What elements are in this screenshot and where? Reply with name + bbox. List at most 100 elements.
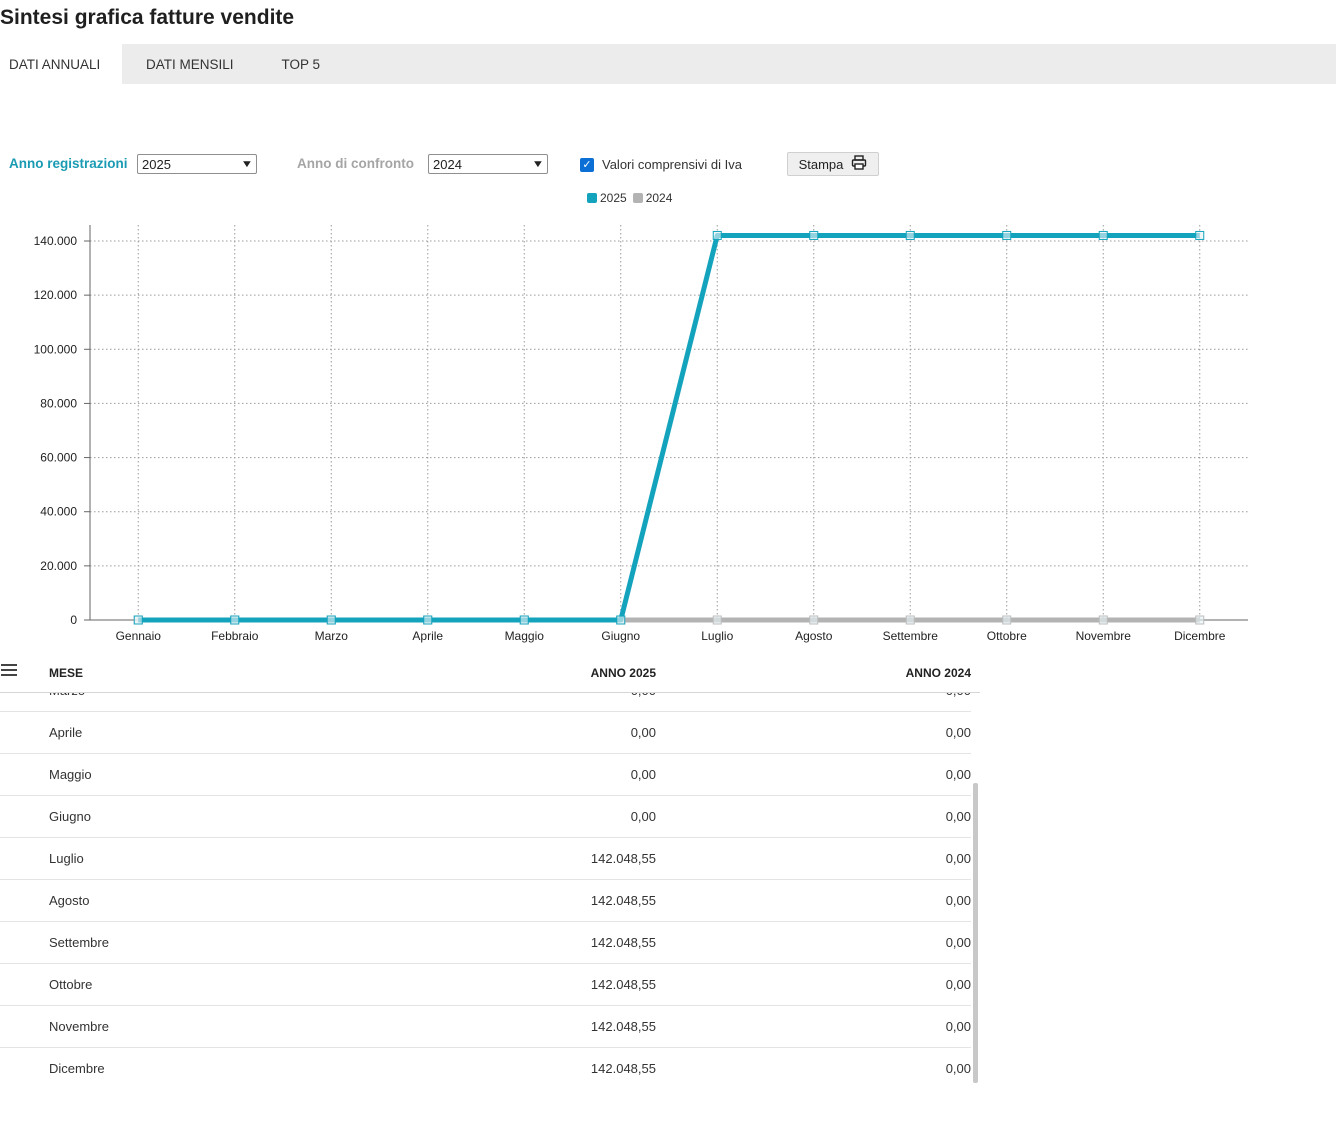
print-button[interactable]: Stampa — [787, 152, 879, 176]
table-row[interactable]: Novembre 142.048,55 0,00 — [0, 1006, 971, 1048]
data-point[interactable] — [905, 230, 915, 240]
scrollbar-thumb[interactable] — [973, 783, 978, 1083]
data-point[interactable] — [809, 230, 819, 240]
column-header-year-b[interactable]: ANNO 2024 — [906, 666, 971, 680]
cell-year-a: 142.048,55 — [590, 1061, 656, 1076]
y-tick-label: 40.000 — [40, 505, 77, 519]
cell-year-a: 142.048,55 — [590, 851, 656, 866]
compare-year-select-value: 2024 — [433, 156, 462, 172]
data-point[interactable] — [230, 615, 240, 625]
line-chart: 0 20.000 40.000 60.000 80.000 100.000 120.000 1… — [34, 225, 1248, 643]
tab-top-5[interactable]: TOP 5 — [258, 44, 345, 84]
chevron-down-icon: ▼ — [531, 158, 545, 170]
cell-year-b: 0,00 — [945, 1061, 971, 1076]
column-header-year-a[interactable]: ANNO 2025 — [591, 666, 656, 680]
legend-item-2025[interactable]: 2025 — [587, 191, 627, 205]
cell-month: Settembre — [49, 935, 109, 950]
y-tick-label: 60.000 — [40, 451, 77, 465]
y-tick-label: 80.000 — [40, 396, 77, 410]
table-row[interactable]: Marzo 0,00 0,00 — [0, 693, 971, 712]
x-tick-label: Marzo — [315, 629, 349, 643]
data-point[interactable] — [423, 615, 433, 625]
x-tick-label: Gennaio — [116, 629, 162, 643]
x-tick-label: Giugno — [601, 629, 640, 643]
data-point[interactable] — [712, 615, 722, 625]
vat-checkbox-label: Valori comprensivi di Iva — [602, 157, 742, 172]
table-row[interactable]: Dicembre 142.048,55 0,00 — [0, 1048, 971, 1085]
chevron-down-icon: ▼ — [240, 158, 254, 170]
table-row[interactable]: Luglio 142.048,55 0,00 — [0, 838, 971, 880]
data-point[interactable] — [326, 615, 336, 625]
chart-legend: 2025 2024 — [587, 191, 672, 205]
x-tick-label: Agosto — [795, 629, 833, 643]
column-menu-icon[interactable] — [1, 664, 17, 679]
x-tick-label: Dicembre — [1174, 629, 1226, 643]
compare-year-select[interactable]: 2024 ▼ — [428, 154, 548, 174]
data-point[interactable] — [616, 615, 626, 625]
cell-month: Giugno — [49, 809, 91, 824]
series-line-2025 — [138, 232, 1200, 623]
data-point[interactable] — [1098, 615, 1108, 625]
data-point[interactable] — [809, 615, 819, 625]
cell-year-b: 0,00 — [946, 693, 971, 698]
cell-month: Novembre — [49, 1019, 109, 1034]
data-point[interactable] — [712, 230, 722, 240]
column-header-month[interactable]: MESE — [49, 666, 83, 680]
table-row[interactable]: Agosto 142.048,55 0,00 — [0, 880, 971, 922]
table-body[interactable]: Marzo 0,00 0,00 Aprile 0,00 0,00 Maggio 0,00 0,0… — [0, 693, 980, 1085]
data-point[interactable] — [1195, 615, 1205, 625]
table-row[interactable]: Settembre 142.048,55 0,00 — [0, 922, 971, 964]
printer-icon — [851, 155, 867, 173]
table-row[interactable]: Maggio 0,00 0,00 — [0, 754, 971, 796]
year-select-value: 2025 — [142, 156, 171, 172]
data-table: MESE ANNO 2025 ANNO 2024 Marzo 0,00 0,00 Ap… — [0, 655, 980, 1085]
data-point[interactable] — [1098, 230, 1108, 240]
table-row[interactable]: Ottobre 142.048,55 0,00 — [0, 964, 971, 1006]
tab-bar: DATI ANNUALI DATI MENSILI TOP 5 — [0, 44, 1336, 84]
cell-year-b: 0,00 — [945, 1019, 971, 1034]
cell-year-a: 142.048,55 — [590, 935, 656, 950]
cell-year-b: 0,00 — [945, 935, 971, 950]
table-row[interactable]: Giugno 0,00 0,00 — [0, 796, 971, 838]
data-point[interactable] — [1195, 230, 1205, 240]
table-scrollbar[interactable] — [973, 730, 979, 1085]
cell-year-a: 142.048,55 — [590, 893, 656, 908]
y-tick-label: 0 — [70, 613, 77, 627]
cell-month: Ottobre — [49, 977, 93, 992]
tab-dati-mensili[interactable]: DATI MENSILI — [122, 44, 258, 84]
cell-month: Aprile — [49, 725, 83, 740]
data-point[interactable] — [133, 615, 143, 625]
x-tick-label: Ottobre — [987, 629, 1027, 643]
data-point[interactable] — [519, 615, 529, 625]
legend-item-2024[interactable]: 2024 — [632, 191, 672, 205]
data-point[interactable] — [1002, 615, 1012, 625]
x-tick-label: Febbraio — [211, 629, 259, 643]
year-select[interactable]: 2025 ▼ — [137, 154, 257, 174]
y-tick-label: 120.000 — [34, 288, 78, 302]
cell-year-b: 0,00 — [945, 893, 971, 908]
legend-swatch — [632, 193, 643, 203]
print-button-label: Stampa — [798, 156, 844, 172]
cell-year-b: 0,00 — [945, 809, 971, 824]
cell-year-a: 142.048,55 — [590, 1019, 656, 1034]
cell-month: Dicembre — [49, 1061, 105, 1076]
data-point[interactable] — [1002, 230, 1012, 240]
x-tick-label: Luglio — [701, 629, 733, 643]
y-tick-label: 100.000 — [34, 342, 78, 356]
cell-year-b: 0,00 — [945, 977, 971, 992]
x-tick-label: Maggio — [505, 629, 545, 643]
vat-checkbox[interactable]: ✓ — [580, 157, 594, 172]
vat-toggle[interactable]: ✓ Valori comprensivi di Iva — [580, 157, 742, 172]
cell-year-b: 0,00 — [945, 851, 971, 866]
cell-year-a: 0,00 — [631, 693, 656, 698]
tab-dati-annuali[interactable]: DATI ANNUALI — [0, 44, 122, 84]
compare-year-label: Anno di confronto — [297, 156, 414, 171]
table-row[interactable]: Aprile 0,00 0,00 — [0, 712, 971, 754]
data-point[interactable] — [905, 615, 915, 625]
year-label: Anno registrazioni — [9, 156, 128, 171]
cell-month: Marzo — [49, 693, 85, 698]
legend-label: 2025 — [600, 191, 627, 205]
cell-month: Luglio — [49, 851, 84, 866]
cell-month: Agosto — [49, 893, 90, 908]
cell-month: Maggio — [49, 767, 92, 782]
